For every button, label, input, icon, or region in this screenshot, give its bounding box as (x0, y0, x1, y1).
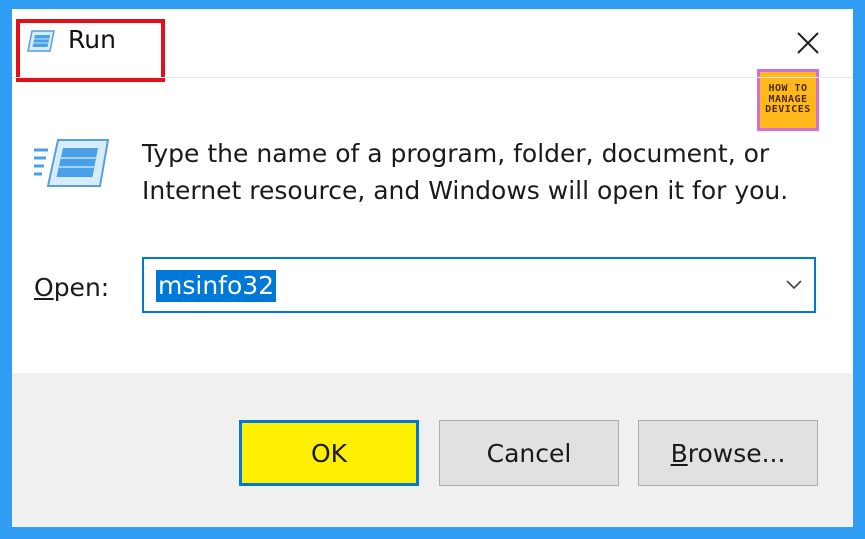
logo-line-3: DEVICES (765, 104, 811, 116)
cancel-button[interactable]: Cancel (439, 420, 619, 486)
open-label-mnemonic: O (34, 273, 54, 302)
how-to-manage-devices-logo: HOW TO MANAGE DEVICES (757, 69, 819, 131)
run-app-icon (27, 30, 55, 52)
close-button[interactable] (790, 25, 826, 61)
open-label-text: pen: (53, 273, 110, 302)
close-icon (797, 32, 819, 54)
run-dialog: Run HOW TO MANAGE DEVICES Type the name … (12, 9, 853, 527)
instruction-line-2: Internet resource, and Windows will open… (142, 176, 789, 205)
dropdown-button[interactable] (784, 275, 804, 295)
ok-button[interactable]: OK (239, 420, 419, 486)
instruction-line-1: Type the name of a program, folder, docu… (142, 139, 770, 168)
open-combobox[interactable]: msinfo32 (142, 257, 816, 313)
browse-label: rowse... (687, 438, 786, 468)
browse-mnemonic: B (670, 438, 688, 468)
title-divider (12, 77, 853, 78)
open-input-value[interactable]: msinfo32 (156, 270, 277, 302)
title-bar: Run (12, 9, 853, 82)
chevron-down-icon (786, 280, 802, 290)
run-program-icon (34, 139, 110, 187)
browse-button[interactable]: Browse... (638, 420, 818, 486)
instruction-text: Type the name of a program, folder, docu… (142, 135, 789, 209)
window-title: Run (68, 25, 116, 54)
open-label: Open: (34, 273, 109, 302)
